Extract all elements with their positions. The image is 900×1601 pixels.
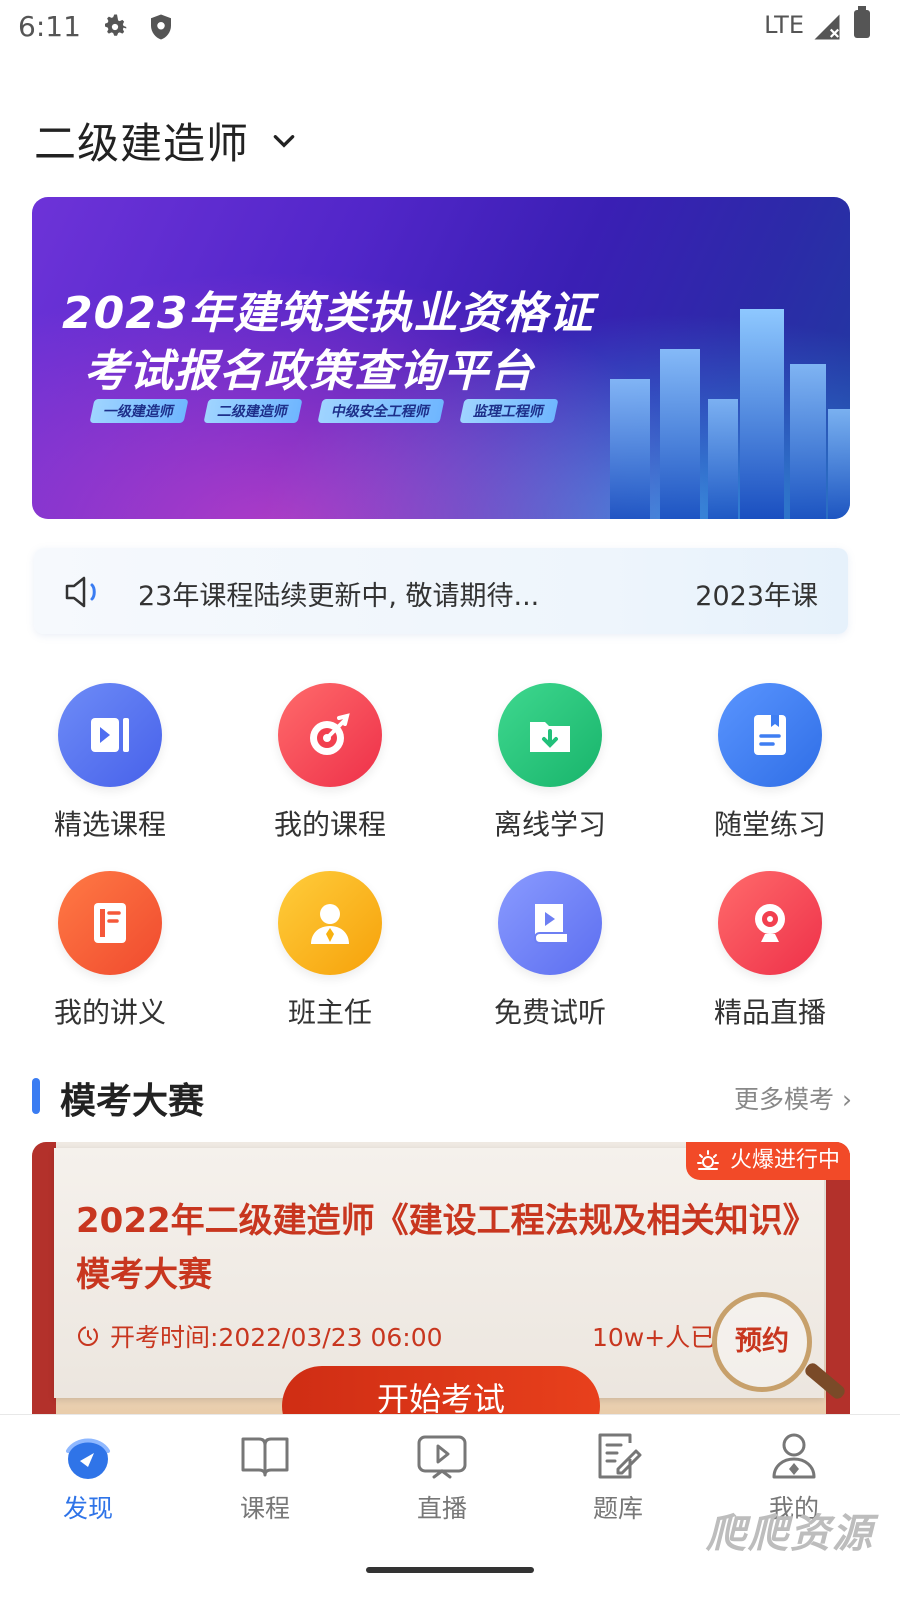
shield-icon [151,14,171,40]
grid-label: 离线学习 [493,808,606,841]
edit-document-icon [598,1433,642,1479]
notebook-icon [718,683,822,787]
tab-label: 发现 [62,1494,113,1523]
tab-label: 直播 [416,1494,467,1523]
banner-tag: 二级建造师 [203,399,303,423]
grid-item-my-handouts[interactable]: 我的讲义 [30,871,190,1031]
notice-text: 23年课程陆续更新中, 敬请期待... [138,581,540,612]
grid-label: 免费试听 [493,996,606,1029]
live-tv-icon [417,1435,467,1479]
play-video-icon [58,683,162,787]
banner-tag: 监理工程师 [459,399,559,423]
reserve-button[interactable]: 预约 [712,1292,812,1392]
battery-icon [854,6,870,38]
promo-banner[interactable]: 2023年建筑类执业资格证 考试报名政策查询平台 一级建造师 二级建造师 中级安… [32,197,850,519]
handout-icon [58,871,162,975]
download-folder-icon [498,683,602,787]
exam-selector[interactable]: 二级建造师 [34,110,297,171]
hot-badge-text: 火爆进行中 [729,1148,840,1173]
sun-icon [696,1150,719,1170]
user-icon [772,1433,816,1479]
settings-gear-icon [105,14,127,36]
home-indicator[interactable] [366,1567,534,1573]
grid-item-premium-live[interactable]: 精品直播 [690,871,850,1031]
mock-exam-card[interactable]: 火爆进行中 2022年二级建造师《建设工程法规及相关知识》模考大赛 开考时间:2… [32,1142,850,1432]
status-time: 6:11 [18,10,81,43]
network-type: LTE [764,11,804,39]
grid-label: 我的讲义 [53,996,166,1029]
notice-link[interactable]: 2023年课 [695,574,818,613]
banner-tags: 一级建造师 二级建造师 中级安全工程师 监理工程师 [89,399,559,423]
card-decoration [32,1142,56,1432]
exam-title: 二级建造师 [34,119,250,168]
book-play-icon [498,871,602,975]
clock-icon [78,1326,98,1346]
hot-badge: 火爆进行中 [685,1142,850,1180]
grid-label: 随堂练习 [713,808,826,841]
grid-item-offline-study[interactable]: 离线学习 [470,683,630,843]
more-mock-exams-link[interactable]: 更多模考 › [734,1080,852,1116]
banner-tag: 中级安全工程师 [317,399,445,423]
tab-label: 课程 [239,1494,290,1523]
notice-bar[interactable]: 23年课程陆续更新中, 敬请期待... 2023年课 [34,548,848,634]
teacher-icon [278,871,382,975]
grid-label: 精选课程 [53,808,166,841]
grid-label: 班主任 [287,996,372,1029]
mock-exam-section-header: 模考大赛 更多模考 › [32,1070,852,1122]
grid-item-practice[interactable]: 随堂练习 [690,683,850,843]
discover-icon [66,1438,110,1479]
tab-discover[interactable]: 发现 [28,1429,148,1525]
webcam-icon [718,871,822,975]
chevron-right-icon: › [842,1085,852,1114]
grid-item-featured-courses[interactable]: 精选课程 [30,683,190,843]
chevron-down-icon [273,134,295,148]
target-icon [278,683,382,787]
open-book-icon [241,1437,289,1477]
contest-time-text: 开考时间:2022/03/23 06:00 [110,1323,443,1352]
speaker-icon [65,576,96,608]
banner-headline-1: 2023年建筑类执业资格证 [62,288,594,339]
contest-title: 2022年二级建造师《建设工程法规及相关知识》模考大赛 [76,1201,800,1295]
section-title: 模考大赛 [60,1081,205,1122]
bottom-tab-bar: 发现 课程 直播 题库 我的 爬爬资源 [0,1414,900,1601]
grid-item-my-courses[interactable]: 我的课程 [250,683,410,843]
tab-question-bank[interactable]: 题库 [558,1429,678,1525]
watermark: 爬爬资源 [706,1511,874,1557]
tab-live[interactable]: 直播 [382,1429,502,1525]
participant-count: 10w+人已 [592,1323,716,1352]
tab-label: 题库 [592,1494,643,1523]
status-bar: 6:11 LTE [0,0,900,52]
tab-courses[interactable]: 课程 [205,1429,325,1525]
grid-label: 我的课程 [273,808,386,841]
grid-item-free-trial[interactable]: 免费试听 [470,871,630,1031]
banner-tag: 一级建造师 [89,399,189,423]
grid-item-head-teacher[interactable]: 班主任 [250,871,410,1031]
section-accent-bar [32,1078,40,1114]
more-label: 更多模考 [734,1085,835,1114]
contest-time: 开考时间:2022/03/23 06:00 [76,1318,443,1354]
city-buildings-image [610,309,850,519]
banner-headline-2: 考试报名政策查询平台 [84,346,534,397]
signal-icon [814,14,840,40]
grid-label: 精品直播 [713,996,826,1029]
